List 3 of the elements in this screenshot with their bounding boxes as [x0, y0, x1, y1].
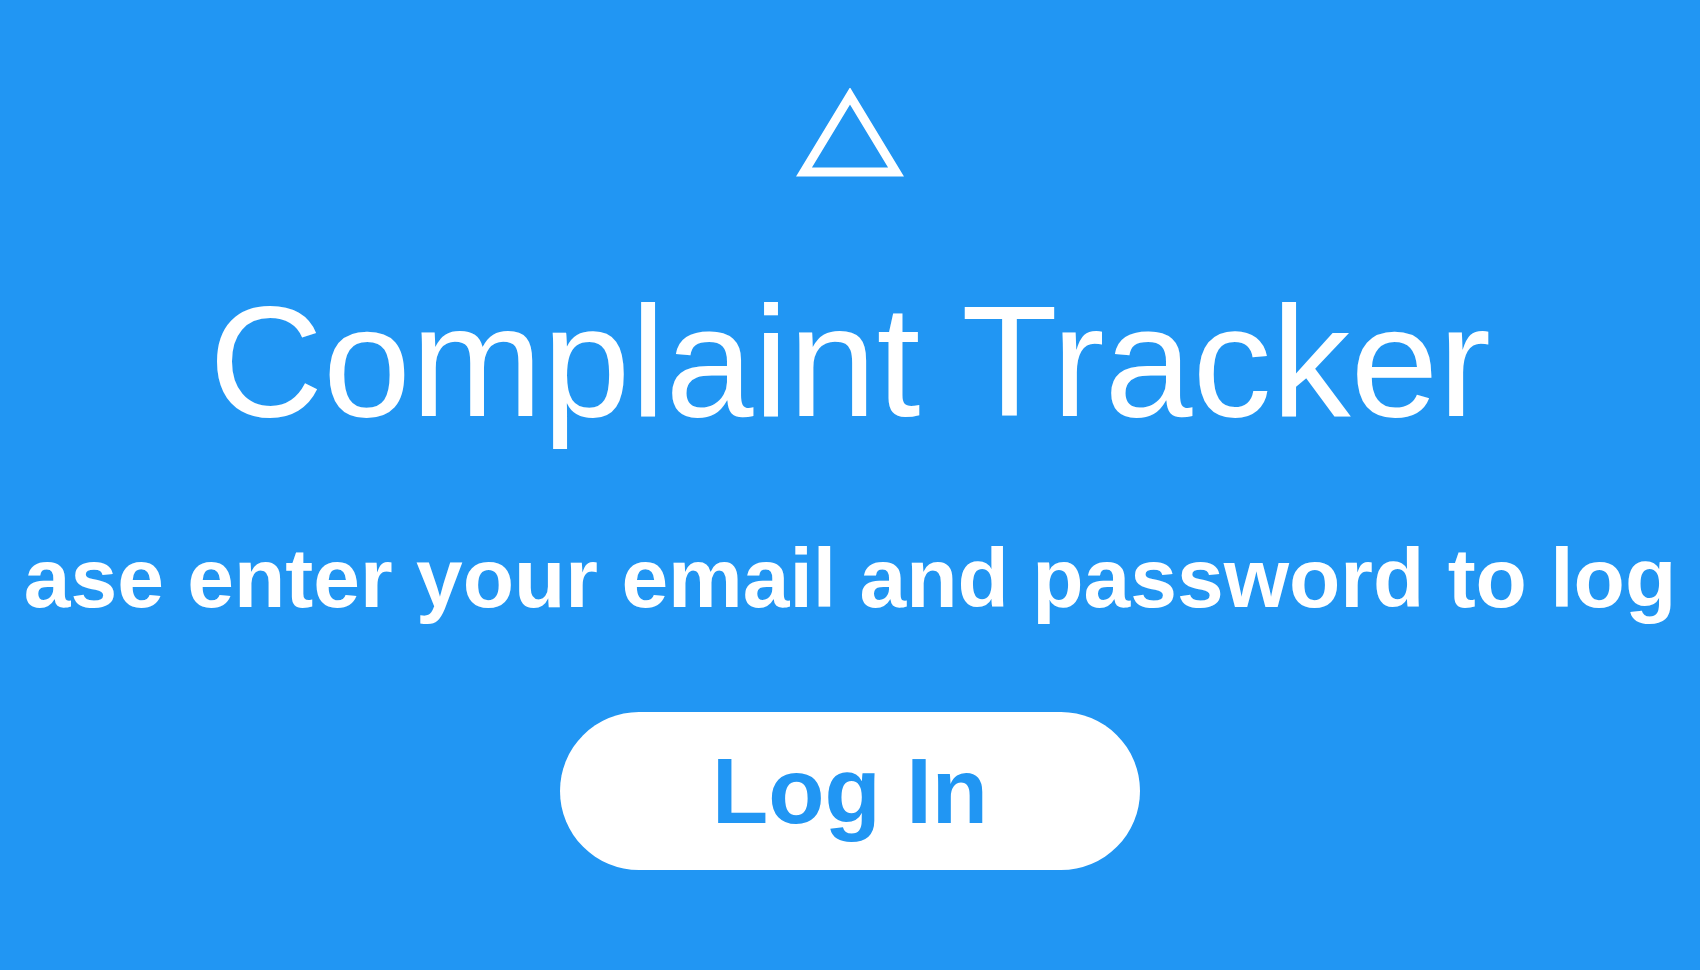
login-button[interactable]: Log In — [560, 711, 1140, 870]
triangle-logo-icon — [796, 88, 904, 178]
app-title: Complaint Tracker — [209, 272, 1491, 451]
